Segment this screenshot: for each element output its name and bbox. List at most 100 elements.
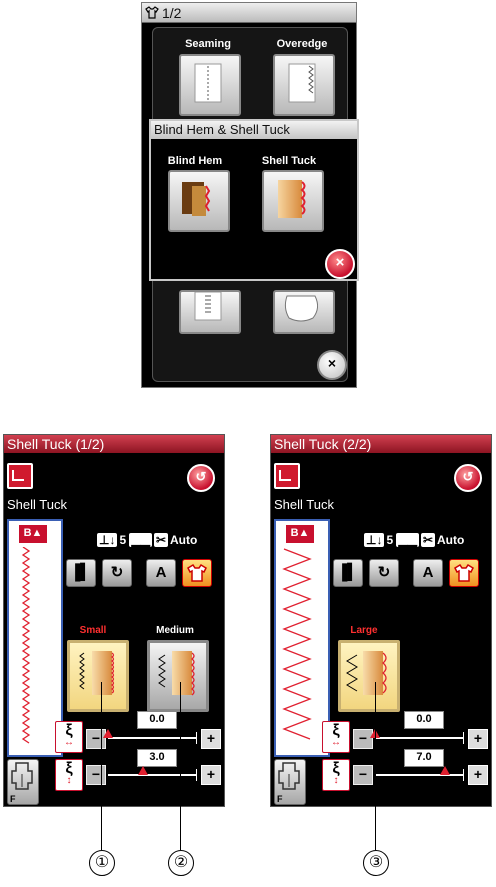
back-button[interactable]: ↺ xyxy=(454,464,482,492)
size-small-button[interactable] xyxy=(67,640,129,712)
size-small-label: Small xyxy=(79,625,107,636)
length-slider[interactable] xyxy=(108,766,197,781)
width-slider[interactable] xyxy=(370,729,464,744)
length-minus-button[interactable]: − xyxy=(86,765,106,785)
width-plus-button[interactable]: + xyxy=(201,729,221,749)
blind-hem-label: Blind Hem xyxy=(167,155,223,167)
zigzag-stitch-icon xyxy=(194,291,222,321)
presser-settings: ⊥↓ 5 ▁▁ ✂ Auto xyxy=(364,533,490,551)
pattern-name: Shell Tuck xyxy=(274,497,334,512)
presser-foot-icon: ⊥↓ xyxy=(97,533,118,547)
size-medium-button[interactable] xyxy=(147,640,209,712)
feed-dog-icon: ▁▁ xyxy=(396,533,419,547)
presser-settings: ⊥↓ 5 ▁▁ ✂ Auto xyxy=(97,533,223,551)
foot-type-letter: F xyxy=(10,794,16,804)
popup-title: Blind Hem & Shell Tuck xyxy=(151,121,357,139)
seaming-stitch-icon xyxy=(194,63,222,103)
blind-hem-icon xyxy=(182,182,211,216)
popup-close-button[interactable]: × xyxy=(325,249,355,279)
length-plus-button[interactable]: + xyxy=(468,765,488,785)
length-plus-button[interactable]: + xyxy=(201,765,221,785)
width-value: 0.0 xyxy=(137,711,177,729)
auto-thread-tension-icon: ✂ xyxy=(420,533,436,547)
stitch-width-icon: ξ ↔ xyxy=(55,721,83,753)
overedge-label: Overedge xyxy=(276,38,328,50)
seaming-label: Seaming xyxy=(185,38,231,50)
back-button[interactable]: ↺ xyxy=(187,464,215,492)
memory-button[interactable]: ▐▍ xyxy=(66,559,96,587)
stitch-length-icon: ξ ↕ xyxy=(322,759,350,791)
presser-foot-icon xyxy=(11,762,33,790)
callout-2: ② xyxy=(168,850,194,876)
blind-hem-shell-tuck-popup: Blind Hem & Shell Tuck Blind Hem Shell T… xyxy=(149,119,359,281)
callout-line-3 xyxy=(375,682,376,850)
shirt-icon xyxy=(187,563,207,582)
callout-1: ① xyxy=(89,850,115,876)
length-minus-button[interactable]: − xyxy=(353,765,373,785)
stitch-length-icon: ξ ↕ xyxy=(55,759,83,791)
shell-tuck-button[interactable] xyxy=(262,170,324,232)
presser-foot-icon xyxy=(278,762,300,790)
stitch-settings-button[interactable]: ↻ xyxy=(102,559,132,587)
category-screen: 1/2 Seaming Overedge × Blind Hem & Shell… xyxy=(141,2,359,388)
shirt-icon xyxy=(145,6,159,19)
pattern-button-3[interactable] xyxy=(179,290,241,334)
length-slider-thumb[interactable] xyxy=(138,766,149,775)
large-shell-tuck-icon xyxy=(346,651,387,695)
presser-foot-button[interactable]: F xyxy=(274,759,306,805)
overedge-button[interactable] xyxy=(273,54,335,116)
font-button[interactable]: A xyxy=(413,559,443,587)
size-medium-label: Medium xyxy=(156,625,194,636)
seaming-button[interactable] xyxy=(179,54,241,116)
auto-label: Auto xyxy=(170,533,198,547)
presser-foot-button[interactable]: F xyxy=(7,759,39,805)
length-value: 3.0 xyxy=(137,749,177,767)
size-large-label: Large xyxy=(350,625,378,636)
title-bar: 1/2 xyxy=(142,3,356,23)
blind-hem-button[interactable] xyxy=(168,170,230,232)
length-slider[interactable] xyxy=(375,766,464,781)
foot-type-letter: F xyxy=(277,794,283,804)
width-slider-thumb[interactable] xyxy=(103,729,113,738)
size-large-button[interactable] xyxy=(338,640,400,712)
utility-shirt-button[interactable] xyxy=(182,559,212,587)
stitch-settings-button[interactable]: ↻ xyxy=(369,559,399,587)
feed-dog-icon: ▁▁ xyxy=(129,533,152,547)
shirt-icon xyxy=(454,563,474,582)
callout-line-2 xyxy=(180,682,181,850)
edit-mode-button[interactable] xyxy=(274,463,300,489)
bobbin-mode-icon[interactable]: B▲ xyxy=(285,524,315,544)
pattern-button-4[interactable] xyxy=(273,290,335,334)
presser-foot-icon: ⊥↓ xyxy=(364,533,385,547)
page-indicator: 1/2 xyxy=(162,5,182,21)
close-button[interactable]: × xyxy=(317,350,347,380)
edit-mode-button[interactable] xyxy=(7,463,33,489)
shell-tuck-label: Shell Tuck xyxy=(261,155,317,167)
callout-line-1 xyxy=(101,682,102,850)
large-shell-stitch-preview xyxy=(282,548,312,740)
screen-title: Shell Tuck (1/2) xyxy=(4,435,224,453)
overedge-stitch-icon xyxy=(288,63,316,103)
memory-button[interactable]: ▐▍ xyxy=(333,559,363,587)
shell-tuck-screen-1: Shell Tuck (1/2) ↺ Shell Tuck B▲ ⊥↓ 5 ▁▁ ✂… xyxy=(3,434,225,807)
presser-pressure: 5 xyxy=(119,533,127,547)
width-value: 0.0 xyxy=(404,711,444,729)
auto-thread-tension-icon: ✂ xyxy=(153,533,169,547)
utility-shirt-button[interactable] xyxy=(449,559,479,587)
presser-pressure: 5 xyxy=(386,533,394,547)
bobbin-mode-icon[interactable]: B▲ xyxy=(18,524,48,544)
screen-title: Shell Tuck (2/2) xyxy=(271,435,491,453)
small-shell-stitch-preview xyxy=(21,547,31,744)
appliqué-icon xyxy=(284,295,319,322)
width-slider[interactable] xyxy=(103,729,197,744)
length-slider-thumb[interactable] xyxy=(440,766,451,775)
font-button[interactable]: A xyxy=(146,559,176,587)
medium-shell-tuck-icon xyxy=(158,651,195,696)
pattern-name: Shell Tuck xyxy=(7,497,67,512)
auto-label: Auto xyxy=(437,533,465,547)
shell-tuck-screen-2: Shell Tuck (2/2) ↺ Shell Tuck B▲ ⊥↓ 5 ▁▁ ✂… xyxy=(270,434,492,807)
width-plus-button[interactable]: + xyxy=(468,729,488,749)
callout-3: ③ xyxy=(363,850,389,876)
small-shell-tuck-icon xyxy=(79,651,115,695)
length-value: 7.0 xyxy=(404,749,444,767)
